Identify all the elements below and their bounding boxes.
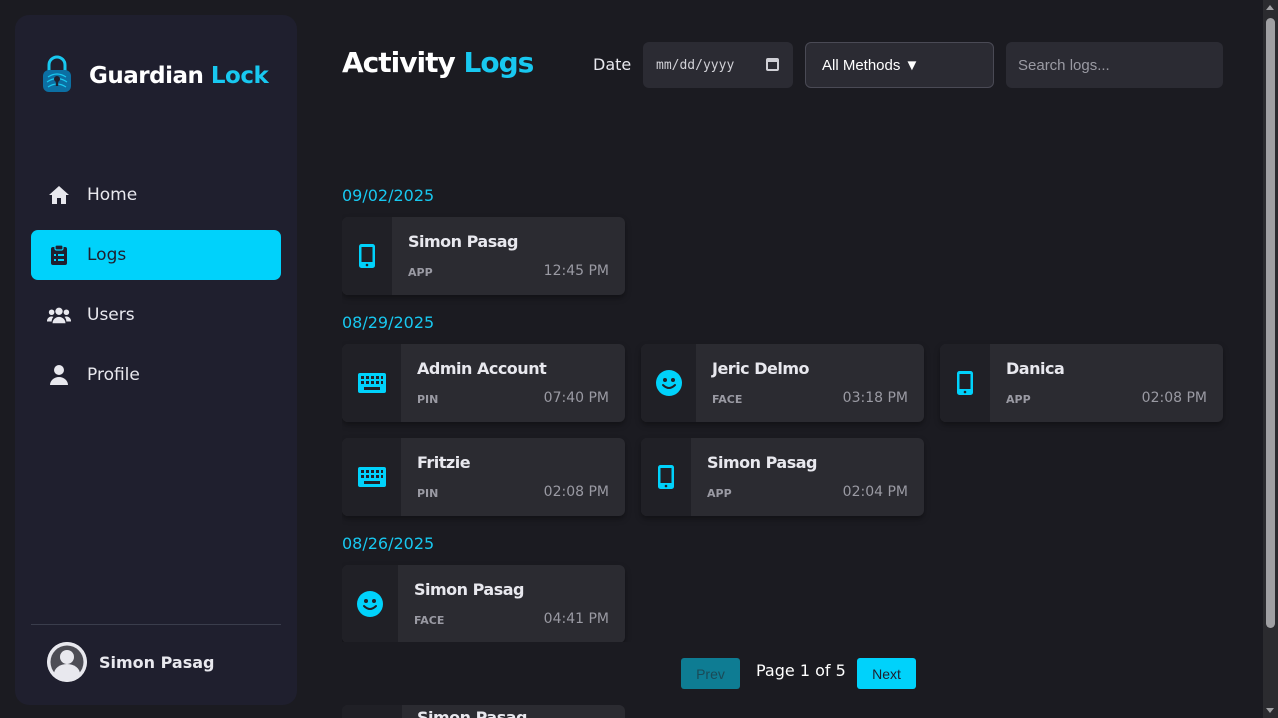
log-user-name: Fritzie: [417, 453, 471, 472]
log-time: 03:18 PM: [842, 390, 908, 406]
phone-icon: [342, 217, 392, 295]
log-card[interactable]: Fritzie PIN 02:08 PM: [342, 438, 625, 516]
page-scrollbar[interactable]: [1263, 0, 1278, 718]
face-icon: [342, 565, 398, 642]
clipboard-icon: [47, 243, 71, 267]
date-heading: 08/26/2025: [342, 534, 435, 553]
prev-page-button[interactable]: Prev: [681, 658, 740, 689]
next-page-button[interactable]: Next: [857, 658, 916, 689]
log-card[interactable]: Admin Account PIN 07:40 PM: [342, 344, 625, 422]
keyboard-icon: [342, 344, 401, 422]
log-method: APP: [707, 487, 732, 500]
log-user-name: Simon Pasag: [414, 580, 525, 599]
log-method: APP: [1006, 393, 1031, 406]
logs-list: 09/02/2025 Simon Pasag APP 12:45 PM 08/2…: [342, 0, 1232, 642]
log-method: APP: [408, 266, 433, 279]
scroll-up-arrow-icon[interactable]: [1266, 5, 1274, 10]
user-name: Simon Pasag: [99, 652, 215, 672]
log-card[interactable]: Danica APP 02:08 PM: [940, 344, 1223, 422]
avatar: [47, 642, 87, 682]
log-card[interactable]: Simon Pasag APP 02:04 PM: [641, 438, 924, 516]
date-heading: 08/29/2025: [342, 313, 435, 332]
brand-title: Guardian Lock: [89, 63, 269, 89]
user-icon: [47, 363, 71, 387]
log-user-name: Simon Pasag: [707, 453, 818, 472]
sidebar-divider: [31, 624, 281, 625]
lock-icon: [41, 55, 73, 97]
scrollbar-thumb[interactable]: [1266, 18, 1275, 628]
log-card[interactable]: Simon Pasag: [342, 705, 625, 718]
sidebar-item-logs[interactable]: Logs: [31, 230, 281, 280]
log-user-name: Simon Pasag: [408, 232, 519, 251]
sidebar-item-users[interactable]: Users: [31, 290, 281, 340]
sidebar-item-label: Home: [87, 185, 138, 205]
log-time: 02:04 PM: [842, 484, 908, 500]
phone-icon: [641, 438, 691, 516]
log-method: PIN: [417, 393, 439, 406]
sidebar-item-profile[interactable]: Profile: [31, 350, 281, 400]
log-icon-cell: [342, 705, 402, 718]
sidebar-nav: Home Logs Users Profile: [31, 170, 281, 410]
scroll-down-arrow-icon[interactable]: [1266, 708, 1274, 713]
phone-icon: [940, 344, 990, 422]
log-time: 12:45 PM: [543, 263, 609, 279]
log-card[interactable]: Jeric Delmo FACE 03:18 PM: [641, 344, 924, 422]
sidebar-item-label: Profile: [87, 365, 140, 385]
page-indicator: Page 1 of 5: [756, 661, 846, 680]
log-method: PIN: [417, 487, 439, 500]
log-method: FACE: [414, 614, 445, 627]
log-method: FACE: [712, 393, 743, 406]
log-user-name: Admin Account: [417, 359, 547, 378]
log-card[interactable]: Simon Pasag APP 12:45 PM: [342, 217, 625, 295]
face-icon: [641, 344, 696, 422]
log-user-name: Jeric Delmo: [712, 359, 810, 378]
sidebar: Guardian Lock Home Logs Users Profile Si…: [15, 15, 297, 705]
log-time: 07:40 PM: [543, 390, 609, 406]
log-time: 04:41 PM: [543, 611, 609, 627]
sidebar-item-label: Logs: [87, 245, 127, 265]
brand[interactable]: Guardian Lock: [41, 55, 269, 97]
log-card[interactable]: Simon Pasag FACE 04:41 PM: [342, 565, 625, 642]
keyboard-icon: [342, 438, 401, 516]
sidebar-item-label: Users: [87, 305, 135, 325]
log-user-name: Simon Pasag: [417, 708, 528, 718]
home-icon: [47, 183, 71, 207]
sidebar-item-home[interactable]: Home: [31, 170, 281, 220]
log-time: 02:08 PM: [543, 484, 609, 500]
date-heading: 09/02/2025: [342, 186, 435, 205]
log-time: 02:08 PM: [1141, 390, 1207, 406]
current-user[interactable]: Simon Pasag: [47, 642, 215, 682]
users-icon: [47, 303, 71, 327]
log-user-name: Danica: [1006, 359, 1065, 378]
